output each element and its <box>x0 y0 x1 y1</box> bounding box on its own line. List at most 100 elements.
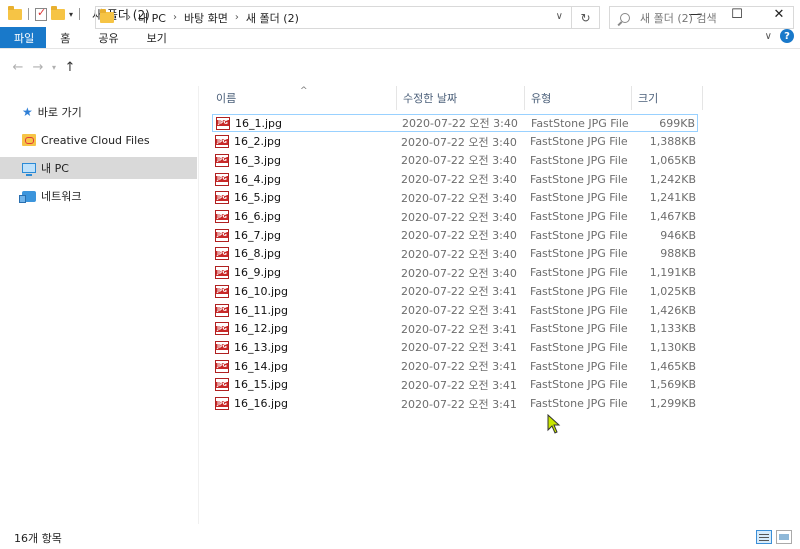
tab-home[interactable]: 홈 <box>46 27 84 48</box>
sidebar-item-network[interactable]: 네트워크 <box>0 185 197 207</box>
column-header-size[interactable]: 크기 <box>632 86 703 110</box>
file-name: 16_12.jpg <box>234 322 289 336</box>
table-row[interactable]: JPG 16_16.jpg 2020-07-22 오전 3:41 FastStone … <box>212 395 698 413</box>
navigation-pane: ★ 바로 가기 Creative Cloud Files 내 PC 네트워크 <box>0 86 199 524</box>
jpg-file-icon: JPG <box>215 210 229 223</box>
file-type: FastStone JPG File <box>530 303 628 317</box>
file-date: 2020-07-22 오전 3:41 <box>401 360 517 374</box>
folder-icon <box>100 9 114 23</box>
file-name: 16_10.jpg <box>234 284 289 298</box>
file-size: 1,465KB <box>649 359 696 373</box>
table-row[interactable]: JPG 16_6.jpg 2020-07-22 오전 3:40 FastStone J… <box>212 208 698 226</box>
large-icons-view-icon[interactable] <box>776 530 792 544</box>
sidebar-item-quick-access[interactable]: ★ 바로 가기 <box>0 101 197 123</box>
jpg-file-icon: JPG <box>215 303 229 317</box>
file-size: 1,025KB <box>649 284 696 298</box>
table-row[interactable]: JPG 16_1.jpg 2020-07-22 오전 3:40 FastStone J… <box>212 114 698 132</box>
column-header-name[interactable]: 이름 <box>210 86 397 110</box>
sidebar-item-creative-cloud[interactable]: Creative Cloud Files <box>0 129 197 151</box>
address-history-dropdown-icon[interactable]: ∨ <box>556 11 563 22</box>
file-type: FastStone JPG File <box>530 397 628 410</box>
file-date: 2020-07-22 오전 3:40 <box>401 247 517 261</box>
jpg-file-icon: JPG <box>215 191 229 205</box>
file-name: 16_8.jpg <box>234 247 282 261</box>
file-date: 2020-07-22 오전 3:40 <box>401 173 517 187</box>
refresh-icon[interactable]: ↻ <box>571 7 599 28</box>
file-type: FastStone JPG File <box>530 284 628 298</box>
file-date: 2020-07-22 오전 3:41 <box>401 285 517 299</box>
customize-toolbar-dropdown-icon[interactable]: ▾ <box>69 10 73 19</box>
ribbon-right-controls: ∨ ? <box>765 29 794 43</box>
table-row[interactable]: JPG 16_13.jpg 2020-07-22 오전 3:41 FastStone … <box>212 338 698 356</box>
file-name: 16_4.jpg <box>234 172 282 186</box>
table-row[interactable]: JPG 16_9.jpg 2020-07-22 오전 3:40 FastStone J… <box>212 264 698 282</box>
file-type: FastStone JPG File <box>530 378 628 392</box>
jpg-file-icon: JPG <box>215 378 229 392</box>
chevron-right-icon[interactable]: › <box>235 12 239 23</box>
recent-locations-dropdown-icon[interactable]: ▾ <box>48 63 60 72</box>
tab-file[interactable]: 파일 <box>0 27 47 48</box>
table-row[interactable]: JPG 16_7.jpg 2020-07-22 오전 3:40 FastStone J… <box>212 226 698 244</box>
file-size: 1,388KB <box>649 135 696 149</box>
file-size: 1,242KB <box>649 172 696 186</box>
help-icon[interactable]: ? <box>780 29 794 43</box>
up-arrow-icon[interactable]: ↑ <box>60 60 80 75</box>
details-view-icon[interactable] <box>756 530 772 544</box>
file-type: FastStone JPG File <box>530 210 628 223</box>
column-header-date[interactable]: 수정한 날짜 <box>397 86 525 110</box>
file-name: 16_1.jpg <box>235 116 283 130</box>
tab-view[interactable]: 보기 <box>133 27 181 48</box>
file-type: FastStone JPG File <box>530 172 628 186</box>
sidebar-item-label: 바로 가기 <box>37 106 82 119</box>
folder-icon[interactable] <box>8 5 22 20</box>
pc-icon <box>22 163 36 176</box>
back-arrow-icon[interactable]: ← <box>8 60 28 75</box>
table-row[interactable]: JPG 16_10.jpg 2020-07-22 오전 3:41 FastStone … <box>212 282 698 300</box>
properties-icon[interactable] <box>35 6 47 21</box>
table-row[interactable]: JPG 16_3.jpg 2020-07-22 오전 3:40 FastStone J… <box>212 151 698 169</box>
table-row[interactable]: JPG 16_15.jpg 2020-07-22 오전 3:41 FastStone … <box>212 376 698 394</box>
new-folder-icon[interactable] <box>51 5 65 20</box>
sidebar-item-my-pc[interactable]: 내 PC <box>0 157 197 179</box>
chevron-right-icon[interactable]: › <box>173 12 177 23</box>
jpg-file-icon: JPG <box>215 172 229 186</box>
file-type: FastStone JPG File <box>530 340 628 354</box>
creative-cloud-folder-icon <box>22 134 36 146</box>
file-type: FastStone JPG File <box>530 135 628 149</box>
breadcrumb-item-desktop[interactable]: 바탕 화면 <box>184 10 228 26</box>
file-size: 1,467KB <box>649 210 696 223</box>
column-header-type[interactable]: 유형 <box>525 86 632 110</box>
table-row[interactable]: JPG 16_12.jpg 2020-07-22 오전 3:41 FastStone … <box>212 320 698 338</box>
file-date: 2020-07-22 오전 3:40 <box>401 210 517 224</box>
file-date: 2020-07-22 오전 3:41 <box>401 322 517 336</box>
file-list: ^ 이름 수정한 날짜 유형 크기 JPG 16_1.jpg 2020-07-22 … <box>200 86 800 524</box>
file-name: 16_9.jpg <box>234 266 282 280</box>
table-row[interactable]: JPG 16_8.jpg 2020-07-22 오전 3:40 FastStone J… <box>212 245 698 263</box>
jpg-file-icon: JPG <box>215 266 229 280</box>
file-size: 699KB <box>659 116 695 130</box>
chevron-right-icon[interactable]: › <box>127 12 131 23</box>
tab-share[interactable]: 공유 <box>84 27 132 48</box>
file-size: 1,299KB <box>649 397 696 410</box>
star-icon: ★ <box>22 105 33 119</box>
breadcrumb-item-my-pc[interactable]: 내 PC <box>138 10 166 26</box>
expand-ribbon-icon[interactable]: ∨ <box>765 31 772 42</box>
file-size: 1,133KB <box>649 322 696 336</box>
file-size: 1,569KB <box>649 378 696 392</box>
table-row[interactable]: JPG 16_2.jpg 2020-07-22 오전 3:40 FastStone J… <box>212 133 698 151</box>
file-date: 2020-07-22 오전 3:40 <box>401 135 517 149</box>
file-date: 2020-07-22 오전 3:40 <box>402 117 518 130</box>
table-row[interactable]: JPG 16_5.jpg 2020-07-22 오전 3:40 FastStone J… <box>212 189 698 207</box>
table-row[interactable]: JPG 16_14.jpg 2020-07-22 오전 3:41 FastStone … <box>212 357 698 375</box>
table-row[interactable]: JPG 16_11.jpg 2020-07-22 오전 3:41 FastStone … <box>212 301 698 319</box>
address-bar[interactable]: › 내 PC › 바탕 화면 › 새 폴더 (2) ∨ ↻ <box>95 6 600 29</box>
file-size: 1,191KB <box>649 266 696 280</box>
table-row[interactable]: JPG 16_4.jpg 2020-07-22 오전 3:40 FastStone J… <box>212 170 698 188</box>
view-toggle <box>756 530 792 544</box>
file-type: FastStone JPG File <box>531 116 629 130</box>
forward-arrow-icon[interactable]: → <box>28 60 48 75</box>
file-date: 2020-07-22 오전 3:41 <box>401 341 517 355</box>
search-input[interactable]: 새 폴더 (2) 검색 <box>609 6 794 29</box>
jpg-file-icon: JPG <box>215 340 229 354</box>
breadcrumb-item-new-folder[interactable]: 새 폴더 (2) <box>246 10 299 26</box>
